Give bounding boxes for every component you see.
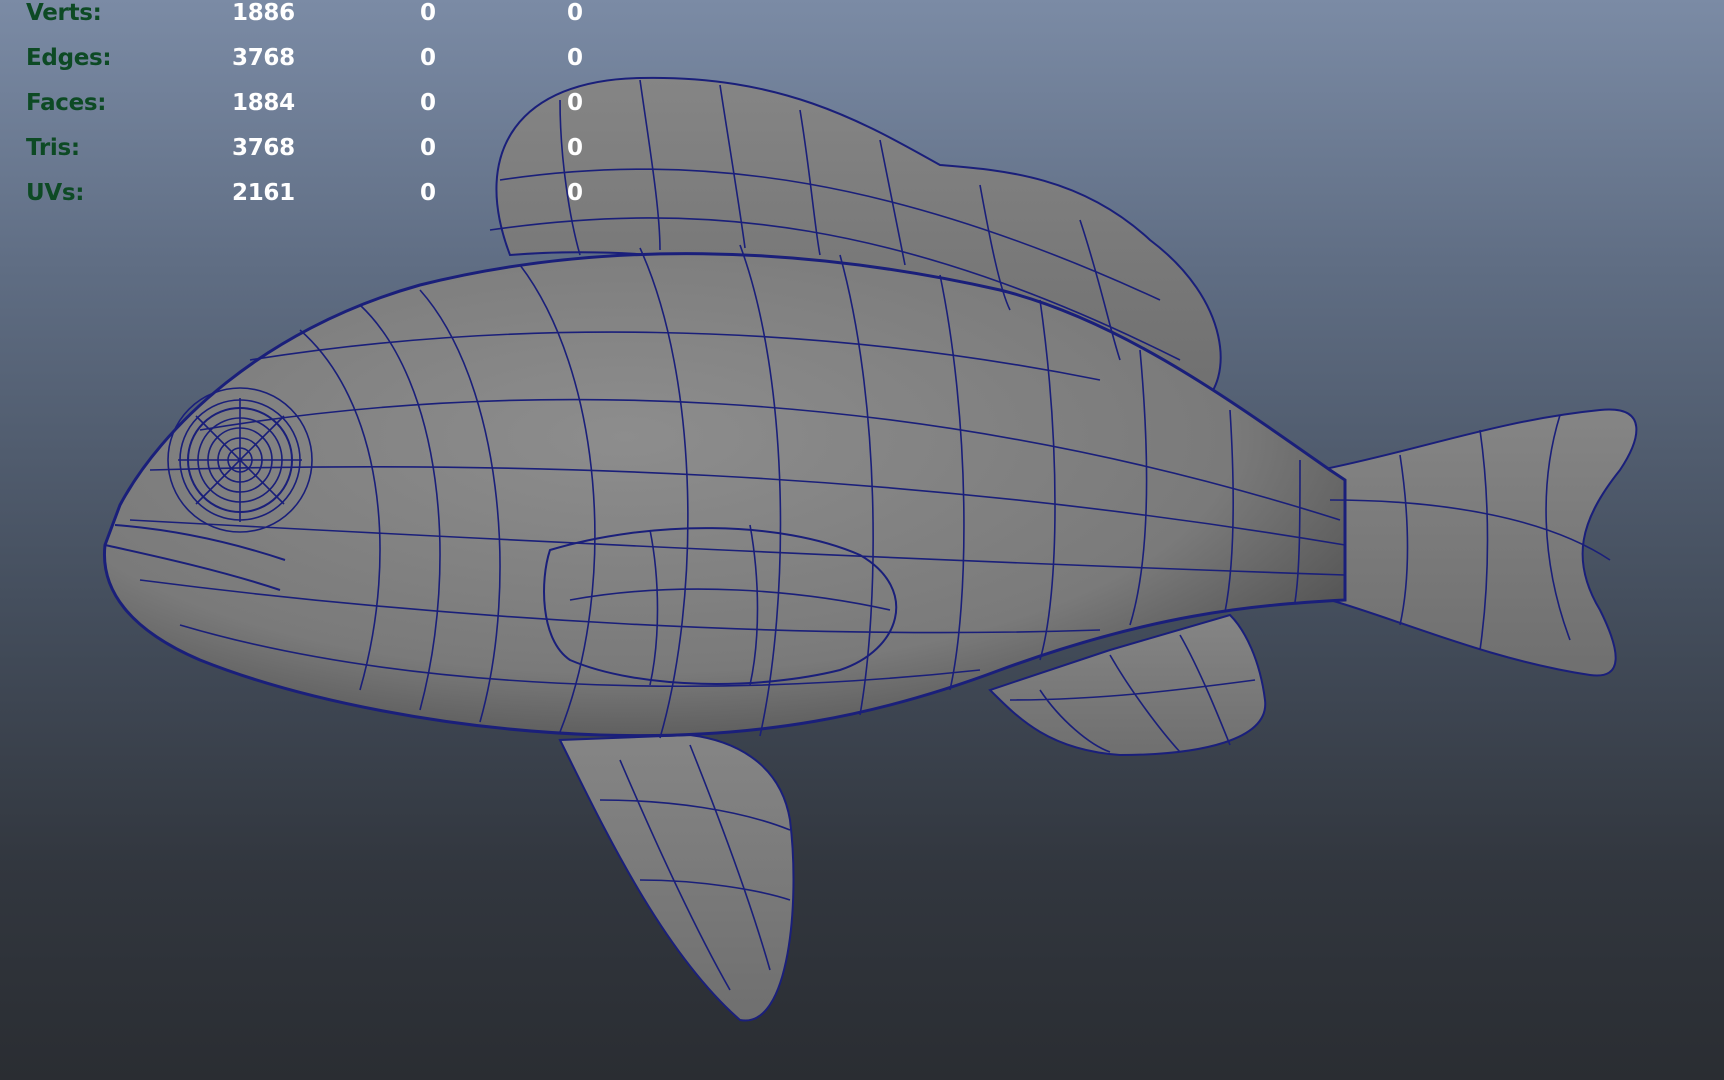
poly-count-hud: Verts: 1886 0 0 Edges: 3768 0 0 Faces: 1884 0 0 Tris… [0,0,640,220]
hud-value: 0 [420,45,436,71]
hud-label: UVs: [26,180,85,206]
hud-row: Verts: 1886 0 0 [0,0,640,45]
hud-value: 1886 [232,0,295,26]
hud-value: 0 [567,135,583,161]
hud-value: 0 [420,90,436,116]
hud-value: 0 [567,0,583,26]
hud-row: UVs: 2161 0 0 [0,180,640,225]
hud-label: Edges: [26,45,112,71]
hud-value: 3768 [232,135,295,161]
hud-label: Faces: [26,90,107,116]
hud-row: Edges: 3768 0 0 [0,45,640,90]
tail-fin [1318,408,1638,677]
hud-label: Verts: [26,0,102,26]
hud-value: 0 [567,180,583,206]
hud-value: 0 [420,180,436,206]
hud-value: 2161 [232,180,295,206]
hud-value: 0 [567,45,583,71]
hud-value: 1884 [232,90,295,116]
hud-value: 3768 [232,45,295,71]
hud-value: 0 [420,135,436,161]
hud-row: Tris: 3768 0 0 [0,135,640,180]
hud-label: Tris: [26,135,80,161]
pelvic-fin [558,733,795,1022]
hud-value: 0 [420,0,436,26]
hud-value: 0 [567,90,583,116]
hud-row: Faces: 1884 0 0 [0,90,640,135]
viewport-3d[interactable]: Verts: 1886 0 0 Edges: 3768 0 0 Faces: 1884 0 0 Tris… [0,0,1724,1080]
